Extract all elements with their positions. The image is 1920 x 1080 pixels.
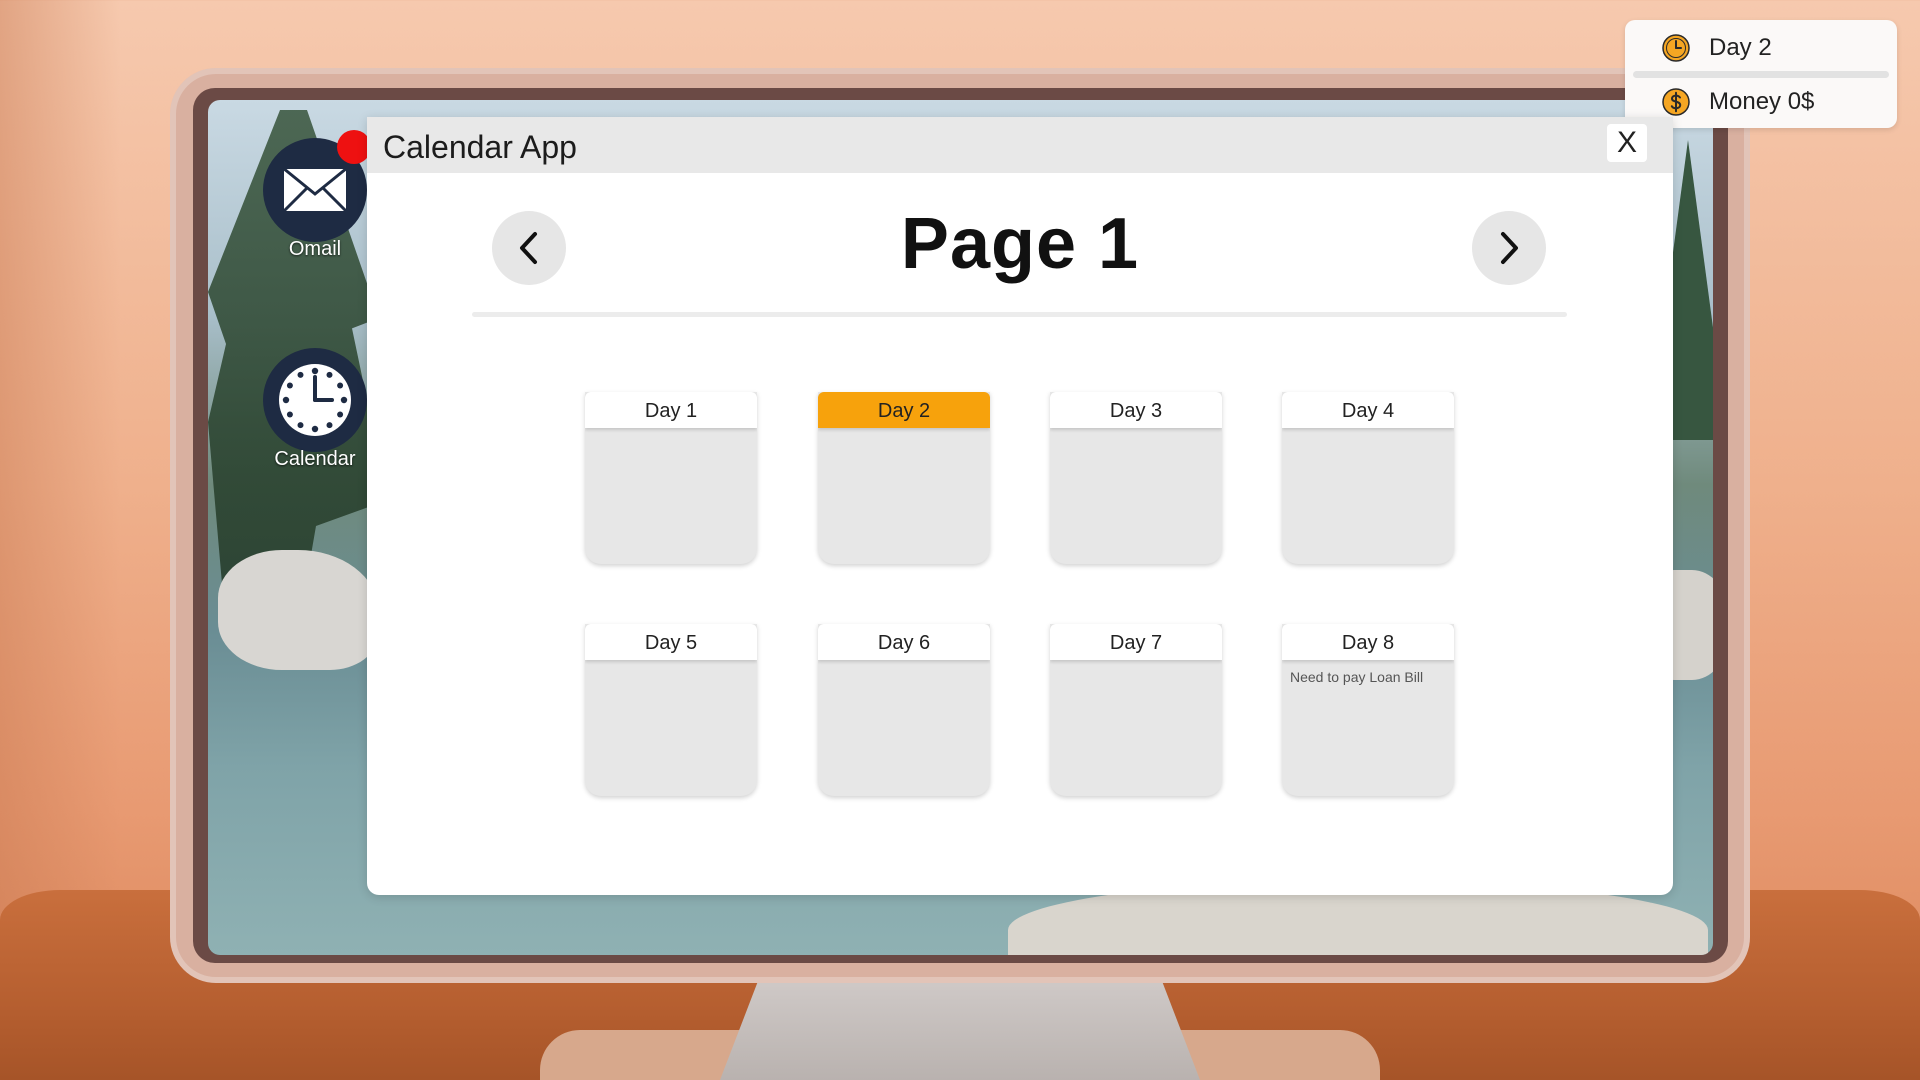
day-card[interactable]: Day 4 [1282, 392, 1454, 564]
day-label: Day 1 [585, 392, 757, 428]
day-note [1050, 660, 1222, 669]
desktop-icon-omail[interactable]: Omail [255, 130, 375, 261]
hud-day-label: Day 2 [1709, 34, 1772, 61]
desktop-icon-calendar[interactable]: Calendar [255, 348, 375, 471]
day-label: Day 8 [1282, 624, 1454, 660]
day-note: Need to pay Loan Bill [1290, 669, 1424, 685]
calendar-app-icon[interactable] [263, 348, 367, 452]
day-card[interactable]: Day 1 [585, 392, 757, 564]
day-label: Day 5 [585, 624, 757, 660]
day-card[interactable]: Day 3 [1050, 392, 1222, 564]
status-hud: Day 2 Money 0$ [1625, 20, 1897, 128]
notification-badge [337, 130, 371, 164]
day-card[interactable]: Day 5 [585, 624, 757, 796]
day-note [818, 660, 990, 669]
day-label: Day 6 [818, 624, 990, 660]
header-divider [472, 312, 1567, 317]
desktop-icon-label: Omail [288, 238, 342, 260]
wallpaper-rock [218, 550, 378, 670]
day-card-current[interactable]: Day 2 [818, 392, 990, 564]
day-label: Day 4 [1282, 392, 1454, 428]
close-button[interactable]: X [1607, 124, 1647, 162]
clock-icon [1662, 34, 1690, 62]
desktop-icon-label: Calendar [274, 448, 356, 470]
day-card[interactable]: Day 6 [818, 624, 990, 796]
hud-day-row: Day 2 [1625, 23, 1897, 73]
day-note [818, 428, 990, 437]
day-card[interactable]: Day 8 Need to pay Loan Bill [1282, 624, 1454, 796]
window-title: Calendar App [383, 129, 577, 165]
envelope-icon [281, 166, 349, 214]
day-label: Day 3 [1050, 392, 1222, 428]
day-note [1050, 428, 1222, 437]
day-label: Day 2 [818, 392, 990, 428]
day-note [585, 428, 757, 437]
calendar-app-window: Calendar App X Page 1 Day 1 Day 2 Day 3 … [367, 117, 1673, 895]
day-label: Day 7 [1050, 624, 1222, 660]
monitor-stand [720, 980, 1200, 1080]
window-titlebar[interactable]: Calendar App X [367, 117, 1673, 173]
chevron-right-icon [1501, 232, 1518, 264]
day-note [585, 660, 757, 669]
clock-icon [279, 364, 351, 436]
hud-money-label: Money 0$ [1709, 88, 1815, 115]
next-page-button[interactable] [1472, 211, 1546, 285]
day-card[interactable]: Day 7 [1050, 624, 1222, 796]
dollar-coin-icon [1662, 88, 1690, 116]
day-note [1282, 428, 1454, 437]
